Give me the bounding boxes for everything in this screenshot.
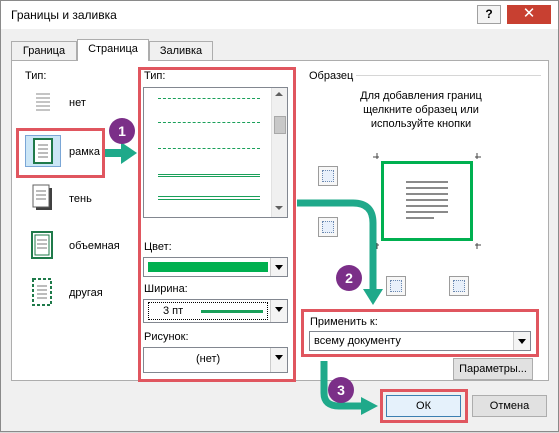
step-badge-2: 2: [336, 265, 362, 291]
tutorial-arrows: [105, 142, 383, 415]
arrow-1-shaft: [105, 149, 123, 157]
arrow-3-head: [361, 397, 378, 415]
borders-and-shading-dialog: Границы и заливка ? ✕ Граница Страница З…: [0, 0, 559, 432]
tab-page-border[interactable]: Страница: [77, 39, 149, 61]
arrow-2-head: [363, 289, 383, 305]
arrow-1-head: [121, 142, 137, 164]
step-badge-3: 3: [328, 377, 354, 403]
step-badge-1: 1: [109, 118, 135, 144]
